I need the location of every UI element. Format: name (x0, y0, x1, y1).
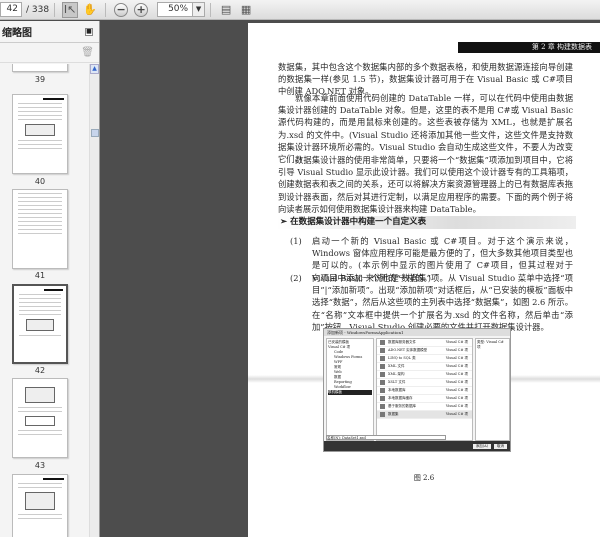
template-type: Visual C# 项 (445, 404, 468, 408)
figure-caption: 图 2.6 (413, 474, 435, 482)
template-icon (380, 356, 385, 361)
template-name: 本地数据库 (388, 388, 406, 392)
template-tree: 已安装的模板 Visual C# 项 Code Windows Forms WP… (326, 338, 374, 441)
template-type: Visual C# 项 (445, 380, 468, 384)
chapter-header: 第 2 章 构建数据表 (458, 42, 600, 53)
divider (210, 2, 212, 17)
template-name: 数据集 (388, 412, 399, 416)
template-icon (380, 348, 385, 353)
template-type: Visual C# 项 (445, 348, 468, 352)
page-total: / 338 (26, 4, 50, 15)
template-item: 数据库服务器文件 Visual C# 项 (377, 339, 472, 347)
list-number: (1) (290, 236, 302, 246)
template-type: Visual C# 项 (445, 356, 468, 360)
divider (105, 2, 107, 17)
fit-page-icon[interactable]: ▤ (218, 2, 234, 18)
template-name: ADO.NET 实体数据模型 (388, 348, 428, 352)
cancel-button: 取消 (494, 443, 507, 449)
template-name: LINQ to SQL 类 (388, 356, 416, 360)
template-icon (380, 396, 385, 401)
divider (54, 2, 56, 17)
template-icon (380, 364, 385, 369)
zoom-dropdown-icon[interactable]: ▼ (193, 2, 206, 17)
thumbnail-page-41[interactable] (12, 189, 68, 269)
template-list: 数据库服务器文件 Visual C# 项 ADO.NET 实体数据模型 Visual … (376, 338, 473, 441)
template-item: 基于服务的数据库 Visual C# 项 (377, 403, 472, 411)
name-value: DataSet1.xsd (342, 436, 366, 440)
hand-tool-icon[interactable]: ✋ (82, 2, 98, 18)
scrollbar-thumb[interactable] (91, 129, 99, 137)
template-icon (380, 404, 385, 409)
thumbnail-scrollbar[interactable]: ▲ (89, 64, 99, 537)
panel-toolbar: 🗑 (0, 43, 99, 63)
name-label: 名称(N): (327, 436, 341, 440)
thumbnail-list: 39 40 41 42 43 (0, 64, 88, 537)
list-number: (2) (290, 273, 302, 283)
dialog-buttons: 添加(A) 取消 (324, 441, 510, 451)
template-item: XSLT 文件 Visual C# 项 (377, 379, 472, 387)
template-item: 数据集 Visual C# 项 (377, 411, 472, 419)
template-name: 基于服务的数据库 (388, 404, 416, 408)
template-icon (380, 372, 385, 377)
template-name: 数据库服务器文件 (388, 340, 416, 344)
template-type: Visual C# 项 (445, 340, 468, 344)
section-heading: ➢ 在数据集设计器中构建一个自定义表 (276, 216, 576, 229)
select-tool-icon[interactable]: I↖ (62, 1, 79, 18)
panel-options-icon[interactable]: ■ (85, 27, 93, 36)
list-text: 向项目中添加一个新的“数据集”项。从 Visual Studio 菜单中选择“项… (312, 273, 573, 332)
template-name: XML 架构 (388, 372, 405, 376)
thumbnail-page-43[interactable] (12, 378, 68, 458)
template-name: 本地数据库缓存 (388, 396, 413, 400)
thumbnail-page-42-current[interactable] (12, 284, 68, 364)
dialog-title: 添加新项 - WindowsFormsApplication1 (324, 329, 510, 336)
trash-icon[interactable]: 🗑 (81, 47, 94, 58)
tree-item: 联机模板 (328, 390, 372, 395)
template-item: ADO.NET 实体数据模型 Visual C# 项 (377, 347, 472, 355)
template-item: 本地数据库 Visual C# 项 (377, 387, 472, 395)
template-item: LINQ to SQL 类 Visual C# 项 (377, 355, 472, 363)
add-button: 添加(A) (472, 443, 491, 449)
template-type: Visual C# 项 (445, 412, 468, 416)
thumbnail-panel: 缩略图 ■ 🗑 39 40 41 42 43 ▲ (0, 21, 100, 537)
zoom-in-icon[interactable]: + (133, 2, 149, 18)
thumbnail-label: 43 (34, 461, 46, 470)
thumbnail-page-39[interactable] (12, 64, 68, 72)
description-text: 类型: Visual C# 项 (477, 340, 504, 349)
figure-add-new-item-dialog: 添加新项 - WindowsFormsApplication1 已安装的模板 V… (323, 328, 511, 452)
thumbnail-label: 42 (34, 366, 46, 375)
paragraph: 数据集设计器的使用非常简单，只要将一个“数据集”项添加到项目中，它将引导 Vis… (278, 155, 573, 214)
thumbnail-label: 40 (34, 177, 46, 186)
thumbnail-page-40[interactable] (12, 94, 68, 174)
panel-header: 缩略图 ■ (0, 21, 99, 43)
thumbnail-page-44[interactable] (12, 474, 68, 537)
template-item: XML 文件 Visual C# 项 (377, 363, 472, 371)
thumbnail-label: 39 (34, 75, 46, 84)
template-type: Visual C# 项 (445, 372, 468, 376)
template-description: 类型: Visual C# 项 (475, 338, 510, 441)
template-name: XSLT 文件 (388, 380, 406, 384)
template-icon (380, 412, 385, 417)
template-type: Visual C# 项 (445, 364, 468, 368)
template-type: Visual C# 项 (445, 388, 468, 392)
toolbar: 42 / 338 I↖ ✋ − + 50% ▼ ▤ ▦ (0, 0, 600, 20)
template-name: XML 文件 (388, 364, 405, 368)
fit-width-icon[interactable]: ▦ (238, 2, 254, 18)
name-field: 名称(N): DataSet1.xsd (326, 435, 446, 440)
page-number-input[interactable]: 42 (0, 2, 22, 17)
template-icon (380, 340, 385, 345)
zoom-level-input[interactable]: 50% (157, 2, 194, 17)
template-icon (380, 388, 385, 393)
template-type: Visual C# 项 (445, 396, 468, 400)
scroll-up-icon[interactable]: ▲ (90, 64, 99, 74)
panel-title: 缩略图 (2, 28, 32, 39)
template-item: 本地数据库缓存 Visual C# 项 (377, 395, 472, 403)
document-page: 第 2 章 构建数据表 数据集，其中包含这个数据集内部的多个数据表格，和使用数据… (248, 23, 600, 537)
template-item: XML 架构 Visual C# 项 (377, 371, 472, 379)
list-item: (2) 向项目中添加一个新的“数据集”项。从 Visual Studio 菜单中选… (290, 272, 573, 333)
zoom-out-icon[interactable]: − (113, 2, 129, 18)
template-icon (380, 380, 385, 385)
thumbnail-label: 41 (34, 271, 46, 280)
